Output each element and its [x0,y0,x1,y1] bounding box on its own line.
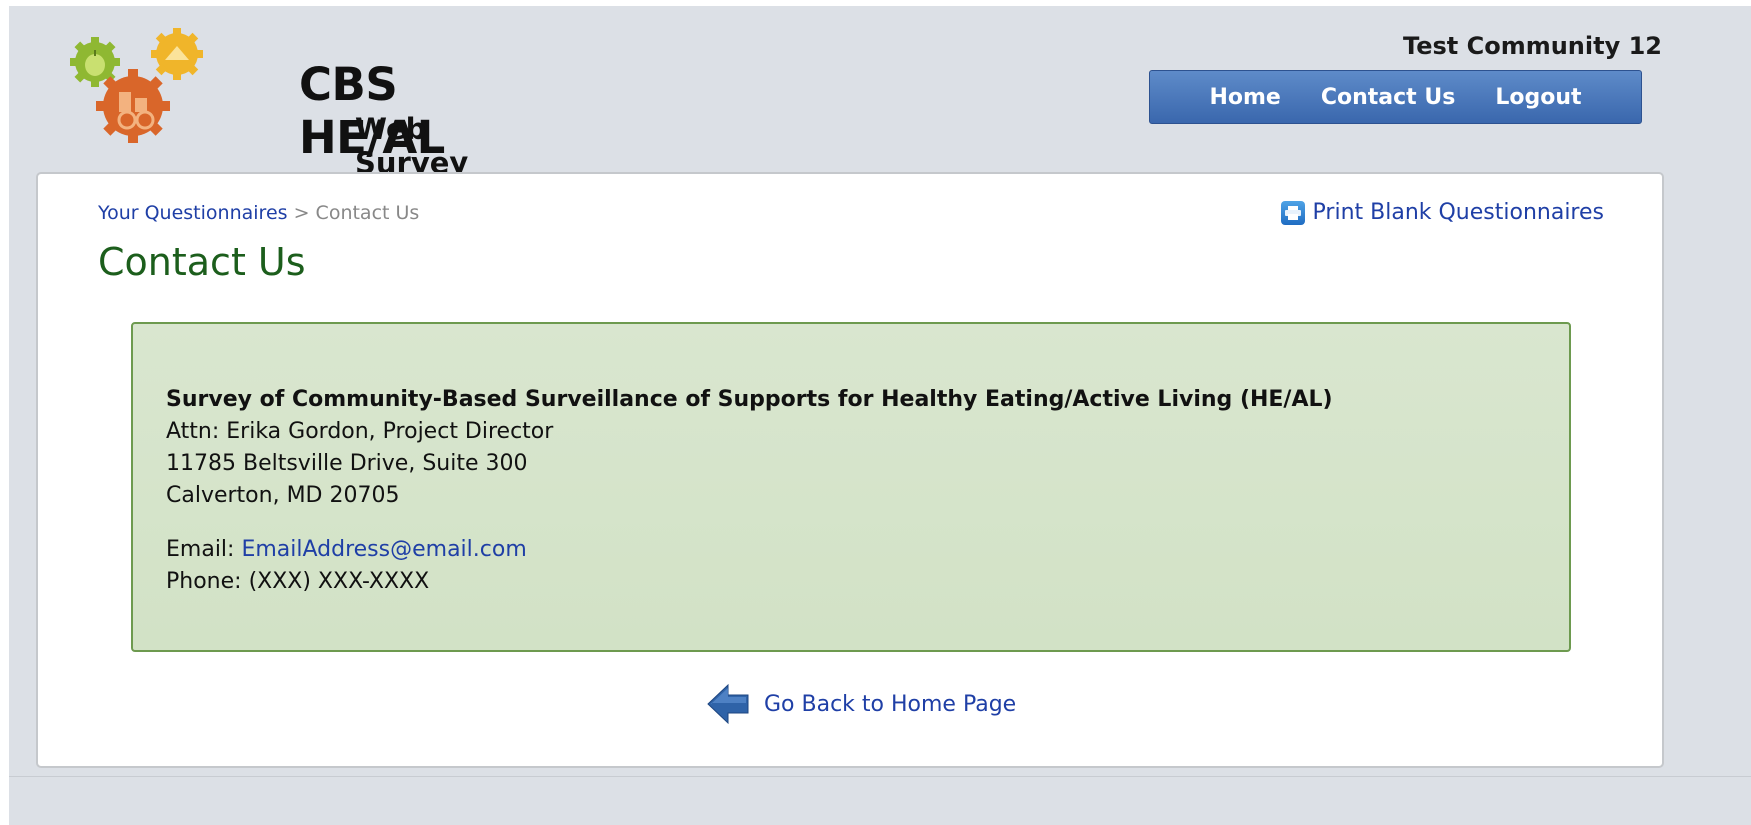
breadcrumb: Your Questionnaires > Contact Us [98,202,419,224]
back-arrow-icon [707,683,749,725]
email-row: Email: EmailAddress@email.com [166,534,1569,566]
email-link[interactable]: EmailAddress@email.com [241,537,526,562]
page-title: Contact Us [98,240,306,284]
nav-home-link[interactable]: Home [1209,85,1280,110]
address-line-1: 11785 Beltsville Drive, Suite 300 [166,451,528,476]
email-label: Email: [166,537,235,562]
address-line-2: Calverton, MD 20705 [166,483,400,508]
attention-line: Attn: Erika Gordon, Project Director [166,419,554,444]
phone-label: Phone: [166,569,242,594]
page-background: CBS HE/AL Web Survey Test Community 12 H… [9,6,1751,825]
nav-contact-us-link[interactable]: Contact Us [1321,85,1455,110]
go-back-home-link[interactable]: Go Back to Home Page [706,682,1016,726]
phone-value: (XXX) XXX-XXXX [248,569,430,594]
go-back-label: Go Back to Home Page [764,691,1017,717]
breadcrumb-current: Contact Us [315,202,420,224]
site-logo[interactable]: CBS HE/AL Web Survey [69,28,489,180]
printer-icon [1280,200,1305,225]
breadcrumb-your-questionnaires-link[interactable]: Your Questionnaires [98,202,288,224]
contact-info-box: Survey of Community-Based Surveillance o… [131,322,1571,652]
gears-logo-icon [70,28,203,143]
phone-row: Phone: (XXX) XXX-XXXX [166,566,1569,598]
footer-divider [9,776,1751,777]
organization-name: Survey of Community-Based Surveillance o… [166,387,1333,412]
print-blank-questionnaires-link[interactable]: Print Blank Questionnaires [1280,200,1604,225]
logo-subtitle: Web Survey [355,112,469,180]
main-content-panel: Your Questionnaires > Contact Us Print B… [36,172,1664,768]
nav-logout-link[interactable]: Logout [1495,85,1581,110]
top-nav-bar: Home Contact Us Logout [1149,70,1642,124]
print-link-label: Print Blank Questionnaires [1312,200,1604,225]
breadcrumb-separator: > [293,202,310,224]
community-name: Test Community 12 [1403,32,1662,60]
